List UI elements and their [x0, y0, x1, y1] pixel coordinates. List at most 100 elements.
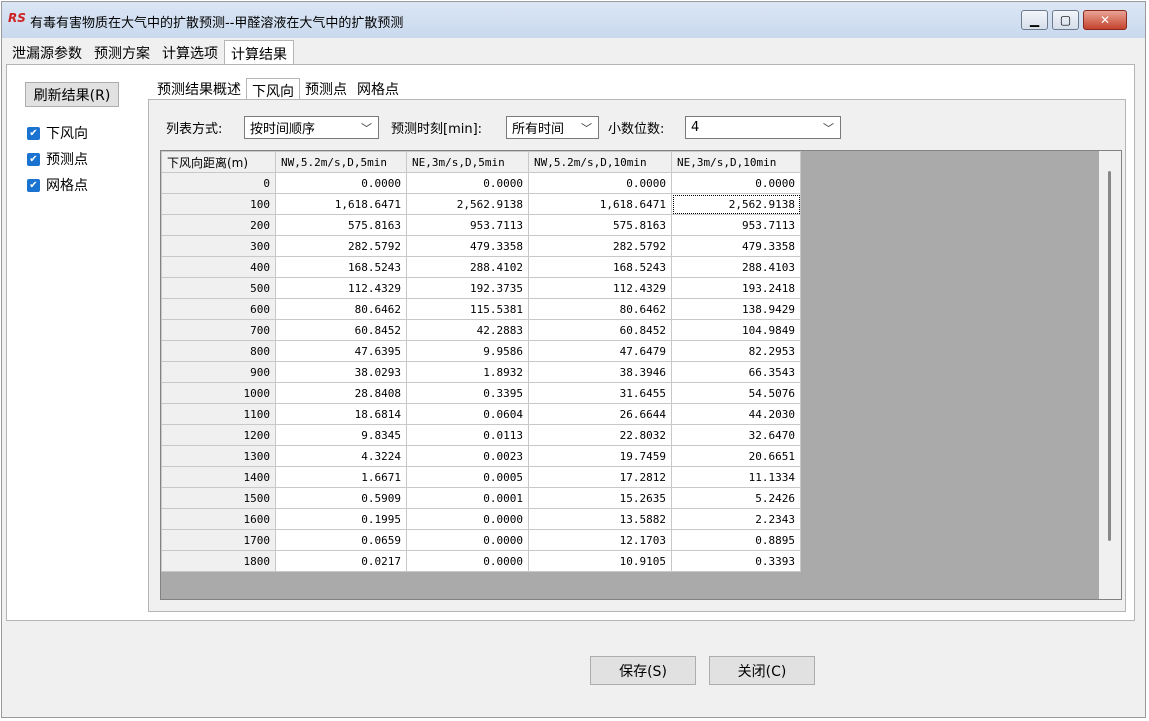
table-cell[interactable]: 0.0000 — [406, 508, 529, 530]
table-cell[interactable]: 0.0217 — [275, 550, 407, 572]
table-cell[interactable]: 31.6455 — [528, 382, 672, 404]
row-header-distance[interactable]: 1600 — [161, 508, 276, 530]
column-header[interactable]: NE,3m/s,D,5min — [406, 151, 529, 173]
table-cell[interactable]: 38.3946 — [528, 361, 672, 383]
checkbox-downwind[interactable]: ✔ 下风向 — [27, 123, 88, 143]
table-row[interactable]: 700 60.8452 42.2883 60.8452 104.9849 — [161, 319, 801, 341]
table-cell[interactable]: 0.0000 — [406, 529, 529, 551]
tab-calc-options[interactable]: 计算选项 — [156, 40, 224, 64]
table-cell[interactable]: 0.8895 — [671, 529, 801, 551]
column-header[interactable]: NE,3m/s,D,10min — [671, 151, 801, 173]
row-header-distance[interactable]: 400 — [161, 256, 276, 278]
table-cell[interactable]: 0.0005 — [406, 466, 529, 488]
table-cell[interactable]: 953.7113 — [671, 214, 801, 236]
table-cell[interactable]: 1,618.6471 — [275, 193, 407, 215]
table-cell[interactable]: 479.3358 — [671, 235, 801, 257]
table-cell[interactable]: 0.0113 — [406, 424, 529, 446]
table-row[interactable]: 200 575.8163 953.7113 575.8163 953.7113 — [161, 214, 801, 236]
save-button[interactable]: 保存(S) — [590, 656, 696, 685]
checkbox-forecast-point[interactable]: ✔ 预测点 — [27, 149, 88, 169]
table-cell[interactable]: 115.5381 — [406, 298, 529, 320]
table-cell[interactable]: 54.5076 — [671, 382, 801, 404]
tab-forecast-plan[interactable]: 预测方案 — [88, 40, 156, 64]
table-cell[interactable]: 0.0000 — [406, 550, 529, 572]
table-cell[interactable]: 66.3543 — [671, 361, 801, 383]
table-cell[interactable]: 288.4103 — [671, 256, 801, 278]
table-cell[interactable]: 9.8345 — [275, 424, 407, 446]
table-row[interactable]: 1300 4.3224 0.0023 19.7459 20.6651 — [161, 445, 801, 467]
table-row[interactable]: 600 80.6462 115.5381 80.6462 138.9429 — [161, 298, 801, 320]
table-cell[interactable]: 2,562.9138 — [406, 193, 529, 215]
table-cell[interactable]: 44.2030 — [671, 403, 801, 425]
table-cell[interactable]: 0.0000 — [671, 172, 801, 194]
scrollbar-thumb[interactable] — [1108, 171, 1111, 541]
close-window-button[interactable]: ✕ — [1083, 10, 1127, 30]
table-row[interactable]: 300 282.5792 479.3358 282.5792 479.3358 — [161, 235, 801, 257]
table-row[interactable]: 1800 0.0217 0.0000 10.9105 0.3393 — [161, 550, 801, 572]
minimize-button[interactable]: ▁ — [1021, 10, 1048, 30]
table-cell[interactable]: 32.6470 — [671, 424, 801, 446]
table-cell[interactable]: 953.7113 — [406, 214, 529, 236]
table-row[interactable]: 1100 18.6814 0.0604 26.6644 44.2030 — [161, 403, 801, 425]
table-cell[interactable]: 18.6814 — [275, 403, 407, 425]
row-header-distance[interactable]: 900 — [161, 361, 276, 383]
table-cell[interactable]: 112.4329 — [275, 277, 407, 299]
table-row[interactable]: 1200 9.8345 0.0113 22.8032 32.6470 — [161, 424, 801, 446]
row-header-distance[interactable]: 1500 — [161, 487, 276, 509]
row-header-distance[interactable]: 200 — [161, 214, 276, 236]
decimals-select[interactable]: 4 ﹀ — [685, 116, 841, 139]
table-cell[interactable]: 11.1334 — [671, 466, 801, 488]
list-mode-select[interactable]: 按时间顺序 ﹀ — [244, 116, 379, 139]
row-header-distance[interactable]: 600 — [161, 298, 276, 320]
table-row[interactable]: 0 0.0000 0.0000 0.0000 0.0000 — [161, 172, 801, 194]
table-row[interactable]: 1000 28.8408 0.3395 31.6455 54.5076 — [161, 382, 801, 404]
checkbox-grid-point[interactable]: ✔ 网格点 — [27, 175, 88, 195]
table-cell[interactable]: 38.0293 — [275, 361, 407, 383]
table-cell[interactable]: 575.8163 — [275, 214, 407, 236]
table-cell[interactable]: 4.3224 — [275, 445, 407, 467]
table-row[interactable]: 1700 0.0659 0.0000 12.1703 0.8895 — [161, 529, 801, 551]
table-cell[interactable]: 0.0000 — [406, 172, 529, 194]
refresh-results-button[interactable]: 刷新结果(R) — [25, 82, 119, 107]
table-cell[interactable]: 26.6644 — [528, 403, 672, 425]
table-cell[interactable]: 0.1995 — [275, 508, 407, 530]
row-header-distance[interactable]: 1700 — [161, 529, 276, 551]
table-cell[interactable]: 104.9849 — [671, 319, 801, 341]
row-header-distance[interactable]: 0 — [161, 172, 276, 194]
row-header-distance[interactable]: 1200 — [161, 424, 276, 446]
table-cell[interactable]: 80.6462 — [275, 298, 407, 320]
row-header-distance[interactable]: 800 — [161, 340, 276, 362]
table-row[interactable]: 900 38.0293 1.8932 38.3946 66.3543 — [161, 361, 801, 383]
table-row[interactable]: 1500 0.5909 0.0001 15.2635 5.2426 — [161, 487, 801, 509]
forecast-time-select[interactable]: 所有时间 ﹀ — [506, 116, 599, 139]
table-cell[interactable]: 479.3358 — [406, 235, 529, 257]
table-cell[interactable]: 47.6479 — [528, 340, 672, 362]
table-cell[interactable]: 0.0023 — [406, 445, 529, 467]
table-cell[interactable]: 0.0001 — [406, 487, 529, 509]
table-cell[interactable]: 282.5792 — [275, 235, 407, 257]
table-cell[interactable]: 0.3393 — [671, 550, 801, 572]
table-cell[interactable]: 0.0604 — [406, 403, 529, 425]
table-cell[interactable]: 80.6462 — [528, 298, 672, 320]
table-cell[interactable]: 42.2883 — [406, 319, 529, 341]
row-header-distance[interactable]: 1300 — [161, 445, 276, 467]
column-header[interactable]: 下风向距离(m) — [161, 151, 276, 173]
table-cell[interactable]: 15.2635 — [528, 487, 672, 509]
table-cell[interactable]: 0.0000 — [528, 172, 672, 194]
tab-calc-results[interactable]: 计算结果 — [224, 40, 294, 64]
table-cell[interactable]: 1.8932 — [406, 361, 529, 383]
row-header-distance[interactable]: 1100 — [161, 403, 276, 425]
row-header-distance[interactable]: 300 — [161, 235, 276, 257]
table-row[interactable]: 500 112.4329 192.3735 112.4329 193.2418 — [161, 277, 801, 299]
table-cell[interactable]: 0.3395 — [406, 382, 529, 404]
table-cell[interactable]: 168.5243 — [275, 256, 407, 278]
table-cell[interactable]: 168.5243 — [528, 256, 672, 278]
maximize-button[interactable]: ▢ — [1052, 10, 1079, 30]
table-cell[interactable]: 138.9429 — [671, 298, 801, 320]
table-cell[interactable]: 20.6651 — [671, 445, 801, 467]
table-cell[interactable]: 0.0000 — [275, 172, 407, 194]
table-cell[interactable]: 60.8452 — [528, 319, 672, 341]
close-button[interactable]: 关闭(C) — [709, 656, 815, 685]
table-cell[interactable]: 13.5882 — [528, 508, 672, 530]
tab-leak-source[interactable]: 泄漏源参数 — [6, 40, 88, 64]
